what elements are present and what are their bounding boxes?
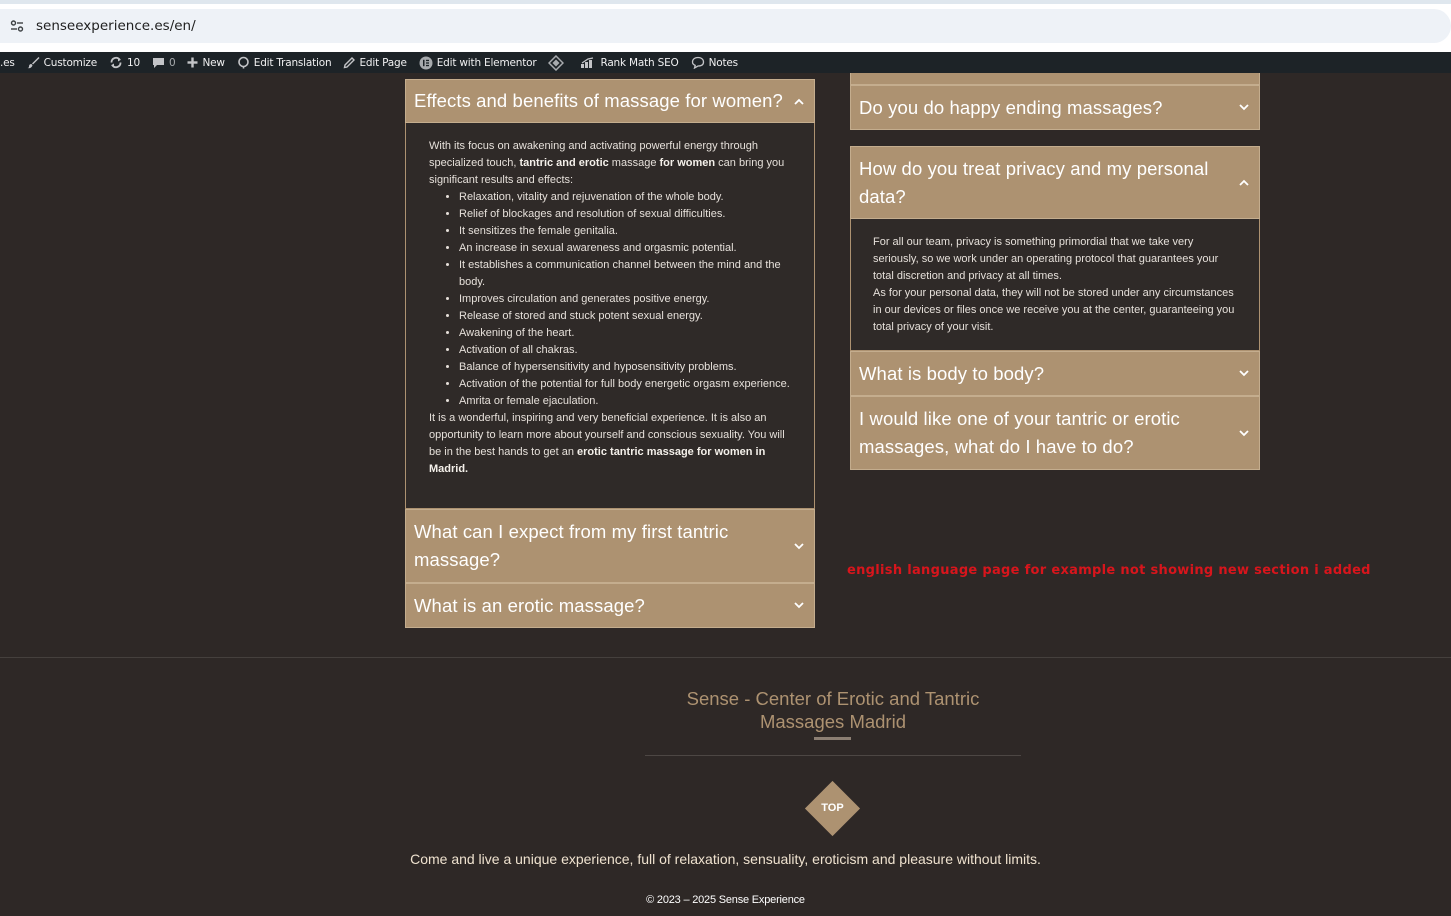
intro-text: massage: [608, 157, 660, 169]
chevron-up-icon: [1237, 179, 1251, 186]
elementor-icon: [419, 56, 433, 70]
list-item: Relief of blockages and resolution of se…: [459, 206, 792, 223]
adminbar-edit-page[interactable]: Edit Page: [343, 56, 407, 69]
adminbar-edit-elementor-label: Edit with Elementor: [436, 56, 537, 69]
list-item: Activation of all chakras.: [459, 342, 792, 359]
list-item: Balance of hypersensitivity and hyposens…: [459, 359, 792, 376]
adminbar-notes[interactable]: Notes: [691, 56, 738, 69]
chevron-down-icon: [1237, 429, 1251, 437]
privacy-paragraph: As for your personal data, they will not…: [873, 287, 1235, 333]
footer-tagline: Come and live a unique experience, full …: [410, 851, 1041, 867]
adminbar-site-name[interactable]: .es: [0, 57, 15, 69]
adminbar-updates-count: 10: [127, 56, 140, 69]
footer-divider: [645, 755, 1021, 756]
faq-item-title: How do you treat privacy and my personal…: [859, 157, 1209, 207]
footer-title: Sense - Center of Erotic and Tantric Mas…: [686, 688, 980, 732]
rank-math-icon: [580, 56, 596, 69]
faq-item-title: Do you do happy ending massages?: [859, 96, 1163, 118]
list-item: Relaxation, vitality and rejuvenation of…: [459, 189, 792, 206]
intro-bold-text: for women: [659, 157, 716, 169]
chevron-up-icon: [792, 98, 806, 105]
adminbar-new[interactable]: New: [187, 56, 225, 69]
browser-toolbar: senseexperience.es/en/: [0, 0, 1451, 52]
faq-left-column: Effects and benefits of massage for wome…: [405, 79, 815, 628]
adminbar-notes-label: Notes: [708, 56, 739, 69]
faq-item-title: What is body to body?: [859, 362, 1045, 384]
list-item: It sensitizes the female genitalia.: [459, 223, 792, 240]
intro-bold-text: tantric and erotic: [519, 157, 609, 169]
site-settings-icon[interactable]: [4, 13, 30, 39]
faq-gap: [850, 130, 1260, 146]
adminbar-rank-math[interactable]: Rank Math SEO: [580, 56, 679, 69]
adminbar-comments-count: 0: [168, 56, 176, 69]
plus-icon: [187, 57, 198, 68]
address-bar[interactable]: senseexperience.es/en/: [0, 9, 1451, 43]
adminbar-comments[interactable]: 0: [152, 56, 176, 69]
faq-item-title: What is an erotic massage?: [414, 594, 645, 616]
brush-icon: [27, 56, 40, 69]
pencil-icon: [343, 56, 356, 69]
faq-intro-paragraph: With its focus on awakening and activati…: [429, 138, 792, 189]
benefits-list: Relaxation, vitality and rejuvenation of…: [459, 189, 792, 410]
chevron-down-icon: [1237, 104, 1251, 111]
privacy-paragraph: For all our team, privacy is something p…: [873, 236, 1219, 282]
footer-separator: [0, 657, 1451, 658]
updates-icon: [109, 56, 123, 69]
faq-item-happy-ending-header[interactable]: Do you do happy ending massages?: [850, 85, 1260, 130]
browser-tabstrip: [0, 0, 1451, 4]
adminbar-customize[interactable]: Customize: [27, 56, 97, 69]
adminbar-edit-elementor[interactable]: Edit with Elementor: [419, 56, 537, 70]
list-item: Awakening of the heart.: [459, 325, 792, 342]
list-item: Amrita or female ejaculation.: [459, 393, 792, 410]
list-item: Improves circulation and generates posit…: [459, 291, 792, 308]
faq-item-effects-content: With its focus on awakening and activati…: [405, 123, 815, 509]
url-text[interactable]: senseexperience.es/en/: [36, 18, 196, 34]
faq-item-title: Effects and benefits of massage for wome…: [414, 90, 783, 111]
adminbar-new-label: New: [202, 56, 225, 69]
translation-icon: [237, 56, 250, 69]
faq-item-privacy-content: For all our team, privacy is something p…: [850, 219, 1260, 351]
wp-admin-bar: .es Customize 10 0 New Edit Translation …: [0, 52, 1451, 73]
adminbar-edit-page-label: Edit Page: [359, 56, 407, 69]
list-item: Release of stored and stuck potent sexua…: [459, 308, 792, 325]
faq-item-privacy-header[interactable]: How do you treat privacy and my personal…: [850, 146, 1260, 219]
list-item: It establishes a communication channel b…: [459, 257, 792, 291]
adminbar-edit-translation[interactable]: Edit Translation: [237, 56, 332, 69]
faq-item-effects-header[interactable]: Effects and benefits of massage for wome…: [405, 79, 815, 123]
faq-item-first-massage-header[interactable]: What can I expect from my first tantric …: [405, 509, 815, 583]
adminbar-customize-label: Customize: [43, 56, 98, 69]
footer-copyright: © 2023 – 2025 Sense Experience: [646, 894, 805, 906]
faq-outro-paragraph: It is a wonderful, inspiring and very be…: [429, 410, 792, 478]
faq-item-booking-header[interactable]: I would like one of your tantric or erot…: [850, 396, 1260, 470]
faq-item-erotic-massage-header[interactable]: What is an erotic massage?: [405, 583, 815, 628]
faq-item-title: I would like one of your tantric or erot…: [859, 408, 1180, 457]
adminbar-diamond-menu[interactable]: [548, 54, 568, 71]
diamond-icon: [548, 54, 565, 71]
speech-bubble-icon: [691, 56, 705, 69]
comment-icon: [152, 57, 165, 69]
adminbar-rank-math-label: Rank Math SEO: [600, 56, 679, 69]
faq-item-previous-header[interactable]: [850, 73, 1260, 85]
annotation-note: english language page for example not sh…: [847, 563, 1371, 578]
list-item: An increase in sexual awareness and orga…: [459, 240, 792, 257]
faq-right-column: Do you do happy ending massages? How do …: [850, 73, 1260, 470]
chevron-down-icon: [1237, 370, 1251, 377]
list-item: Activation of the potential for full bod…: [459, 376, 792, 393]
back-to-top-label[interactable]: TOP: [806, 800, 859, 816]
footer-title-underline: [814, 737, 851, 740]
chevron-down-icon: [792, 542, 806, 550]
adminbar-updates[interactable]: 10: [109, 56, 140, 69]
adminbar-edit-translation-label: Edit Translation: [253, 56, 332, 69]
faq-item-title: What can I expect from my first tantric …: [414, 521, 729, 570]
chevron-down-icon: [792, 602, 806, 609]
faq-item-body-to-body-header[interactable]: What is body to body?: [850, 351, 1260, 396]
